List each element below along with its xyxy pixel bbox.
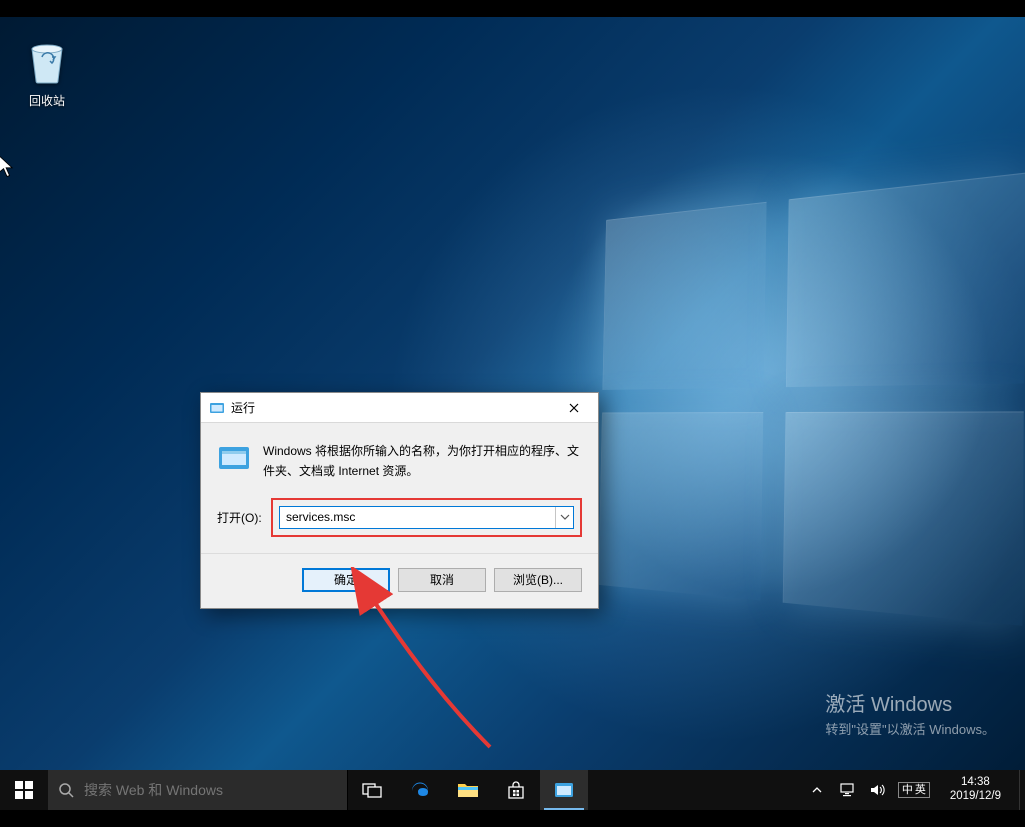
taskbar-search-box[interactable] — [48, 770, 348, 810]
run-dialog-titlebar[interactable]: 运行 — [201, 393, 598, 423]
chevron-down-icon — [560, 514, 570, 520]
run-dialog-titlebar-icon — [209, 400, 225, 416]
wallpaper-windows-logo — [598, 173, 1025, 666]
activation-watermark: 激活 Windows 转到"设置"以激活 Windows。 — [825, 688, 995, 738]
open-field-label: 打开(O): — [217, 509, 263, 526]
task-view-button[interactable] — [348, 770, 396, 810]
ime-lang: 英 — [915, 783, 926, 797]
taskbar-file-explorer-button[interactable] — [444, 770, 492, 810]
cancel-button[interactable]: 取消 — [398, 568, 486, 592]
recycle-bin-label: 回收站 — [12, 92, 82, 109]
tray-network-icon[interactable] — [838, 781, 856, 799]
combobox-dropdown-button[interactable] — [555, 507, 573, 528]
browse-button[interactable]: 浏览(B)... — [494, 568, 582, 592]
close-button[interactable] — [551, 394, 596, 422]
taskbar-clock[interactable]: 14:38 2019/12/9 — [942, 776, 1009, 804]
chevron-up-icon — [812, 787, 822, 793]
open-input[interactable] — [280, 510, 555, 524]
tray-ime-indicator[interactable]: 中 英 — [898, 782, 930, 798]
taskbar-run-app-button[interactable] — [540, 770, 588, 810]
run-app-icon — [553, 781, 575, 799]
open-combobox[interactable] — [279, 506, 574, 529]
run-dialog-title: 运行 — [231, 399, 551, 416]
mouse-cursor-icon — [0, 155, 16, 179]
tray-volume-icon[interactable] — [868, 781, 886, 799]
run-dialog-app-icon — [217, 441, 251, 475]
search-icon — [58, 782, 74, 798]
run-dialog-description: Windows 将根据你所输入的名称，为你打开相应的程序、文件夹、文档或 Int… — [263, 441, 582, 482]
network-icon — [839, 783, 855, 797]
volume-icon — [869, 783, 885, 797]
show-desktop-button[interactable] — [1019, 770, 1025, 810]
open-field-highlight-annotation — [271, 498, 582, 537]
watermark-line1: 激活 Windows — [825, 688, 995, 717]
clock-time: 14:38 — [950, 776, 1001, 790]
recycle-bin-desktop-icon[interactable]: 回收站 — [12, 37, 82, 109]
system-tray: 中 英 14:38 2019/12/9 — [798, 770, 1019, 810]
clock-date: 2019/12/9 — [950, 790, 1001, 804]
close-icon — [569, 403, 579, 413]
desktop[interactable]: 回收站 激活 Windows 转到"设置"以激活 Windows。 运行 — [0, 17, 1025, 810]
folder-icon — [457, 781, 479, 799]
taskbar: 中 英 14:38 2019/12/9 — [0, 770, 1025, 810]
ime-layout: 中 — [902, 783, 913, 797]
store-icon — [506, 780, 526, 800]
windows-start-icon — [15, 781, 33, 799]
watermark-line2: 转到"设置"以激活 Windows。 — [825, 719, 995, 738]
tray-overflow-button[interactable] — [808, 781, 826, 799]
taskbar-store-button[interactable] — [492, 770, 540, 810]
run-dialog: 运行 Windows 将根据你所输入的名称，为你打开相应的程序、文件夹、文档或 … — [200, 392, 599, 609]
edge-icon — [409, 779, 431, 801]
task-view-icon — [362, 782, 382, 798]
run-dialog-button-row: 确定 取消 浏览(B)... — [201, 553, 598, 608]
ok-button[interactable]: 确定 — [302, 568, 390, 592]
recycle-bin-icon — [26, 37, 68, 85]
taskbar-edge-button[interactable] — [396, 770, 444, 810]
taskbar-search-input[interactable] — [84, 782, 337, 798]
start-button[interactable] — [0, 770, 48, 810]
